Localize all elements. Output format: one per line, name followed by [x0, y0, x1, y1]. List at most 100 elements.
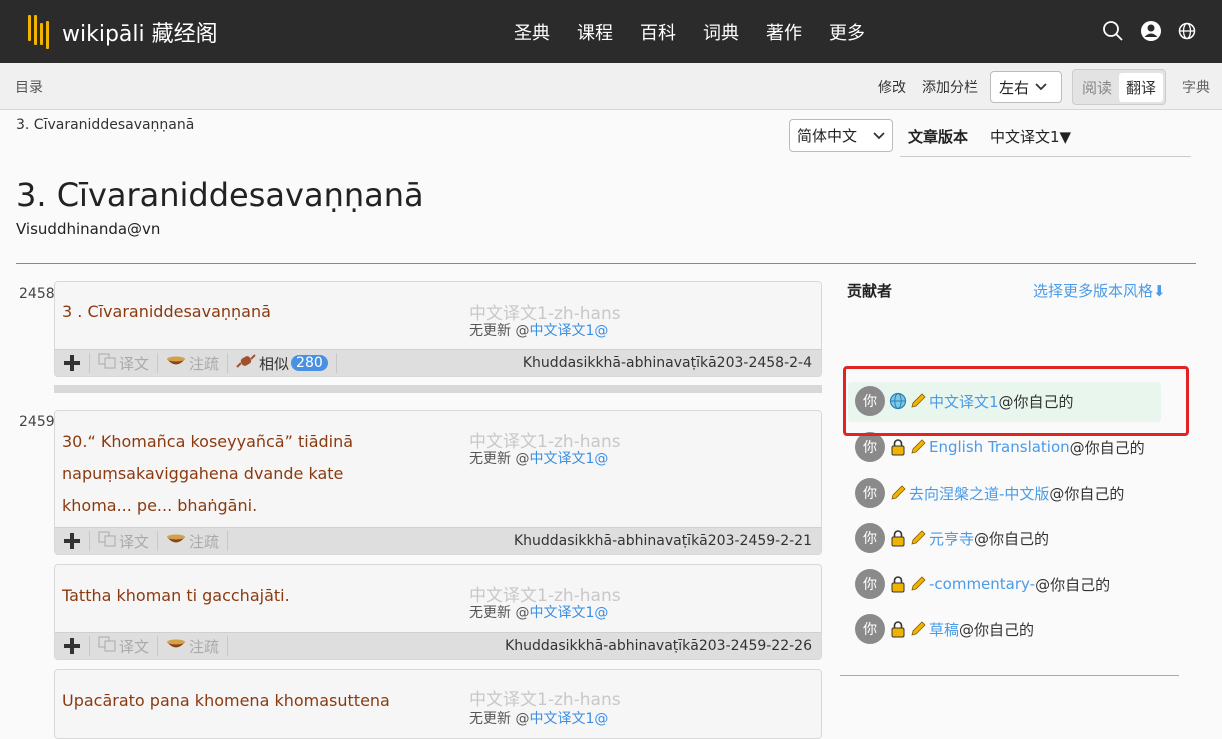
- pali-text[interactable]: 3 . Cīvaraniddesavaṇṇanā: [62, 296, 462, 328]
- pencil-icon: [909, 620, 927, 638]
- avatar: 你: [855, 478, 885, 508]
- contributor-row[interactable]: 你 草稿 @你自己的: [855, 614, 1034, 644]
- channel-link[interactable]: 中文译文1@: [529, 323, 608, 339]
- channel-link[interactable]: 中文译文1@: [529, 451, 608, 467]
- language-select-value: 简体中文: [797, 127, 858, 145]
- lamp-icon: [166, 637, 186, 655]
- nav-item-works[interactable]: 著作: [766, 19, 829, 45]
- similar-count-badge: 280: [291, 355, 328, 371]
- pencil-icon: [909, 438, 927, 456]
- nav-item-dictionary[interactable]: 词典: [703, 19, 766, 45]
- translate-icon: [98, 636, 116, 656]
- lamp-icon: [166, 532, 186, 550]
- globe-icon[interactable]: [1178, 22, 1196, 40]
- nav-item-course[interactable]: 课程: [577, 19, 640, 45]
- contributor-channel-link[interactable]: 去向涅槃之道-中文版: [909, 483, 1049, 504]
- channel-link[interactable]: 中文译文1@: [529, 605, 608, 621]
- layout-select-value: 左右: [998, 78, 1029, 97]
- paragraph-number: 2459: [19, 414, 55, 430]
- author-name[interactable]: Visuddhinanda@vn: [16, 220, 160, 238]
- contributor-row[interactable]: 你 元亨寺 @你自己的: [855, 523, 1049, 553]
- nav-item-canon[interactable]: 圣典: [514, 19, 577, 45]
- add-column-button[interactable]: 添加分栏: [922, 77, 978, 97]
- edit-button[interactable]: 修改: [878, 77, 906, 97]
- mode-toggle: 阅读 翻译: [1071, 69, 1166, 105]
- plus-icon: [64, 355, 80, 371]
- pali-text[interactable]: Tattha khoman ti gacchajāti.: [62, 580, 462, 612]
- dictionary-button[interactable]: 字典: [1182, 77, 1210, 97]
- commentary-button[interactable]: 注疏: [158, 353, 229, 373]
- lock-icon: [889, 575, 907, 593]
- commentary-button[interactable]: 注疏: [158, 636, 229, 656]
- plus-icon: [64, 533, 80, 549]
- commentary-button[interactable]: 注疏: [158, 531, 229, 551]
- sentence-reference: Khuddasikkhā-abhinavaṭīkā203-2459-22-26: [505, 638, 812, 654]
- lock-icon: [889, 620, 907, 638]
- logo-icon: [26, 13, 56, 51]
- mode-translate-button[interactable]: 翻译: [1118, 72, 1163, 102]
- page-title: 3. Cīvaraniddesavaṇṇanā: [16, 176, 424, 214]
- candy-icon: [236, 353, 256, 373]
- pali-text[interactable]: Upacārato pana khomena khomasuttena: [62, 685, 462, 717]
- search-icon[interactable]: [1102, 20, 1124, 42]
- sentence-toolbar: 译文 注疏 相似 280 Khuddasikkhā-abhinavaṭīkā203…: [55, 349, 821, 376]
- avatar: 你: [855, 569, 885, 599]
- breadcrumb[interactable]: 3. Cīvaraniddesavaṇṇanā: [16, 117, 194, 133]
- contributor-channel-link[interactable]: -commentary-: [929, 575, 1035, 593]
- contributor-channel-link[interactable]: English Translation: [929, 438, 1070, 456]
- pencil-icon: [909, 575, 927, 593]
- translation-button[interactable]: 译文: [90, 636, 159, 656]
- translation-button[interactable]: 译文: [90, 531, 159, 551]
- contributor-channel-link[interactable]: 元亨寺: [929, 528, 974, 549]
- toolbar: 目录 修改 添加分栏 左右 阅读 翻译 字典: [0, 63, 1222, 110]
- translate-icon: [98, 531, 116, 551]
- sentence-reference: Khuddasikkhā-abhinavaṭīkā203-2458-2-4: [522, 355, 812, 371]
- plus-icon: [64, 638, 80, 654]
- avatar: 你: [855, 523, 885, 553]
- similar-button[interactable]: 相似 280: [228, 353, 337, 373]
- layout-select[interactable]: 左右: [989, 71, 1062, 103]
- version-dropdown[interactable]: 中文译文1▼: [990, 126, 1071, 147]
- divider: [840, 675, 1179, 676]
- contributor-row[interactable]: 你 -commentary- @你自己的: [855, 569, 1110, 599]
- sentence-card: 30.“ Khomañca koseyyañcā” tiādinā napuṃs…: [54, 410, 822, 555]
- mode-read-button[interactable]: 阅读: [1075, 73, 1119, 102]
- contributor-row[interactable]: 你 English Translation @你自己的: [855, 432, 1145, 462]
- nav-item-wiki[interactable]: 百科: [640, 19, 703, 45]
- lock-icon: [889, 438, 907, 456]
- add-button[interactable]: [55, 353, 90, 373]
- contributor-row[interactable]: 你 去向涅槃之道-中文版 @你自己的: [855, 478, 1124, 508]
- translation-status: 无更新 @中文译文1@: [469, 323, 609, 339]
- sentence-card: 3 . Cīvaraniddesavaṇṇanā 中文译文1-zh-hans 无…: [54, 281, 822, 377]
- translation-status: 无更新 @中文译文1@: [469, 451, 609, 467]
- translate-icon: [98, 353, 116, 373]
- nav-item-more[interactable]: 更多: [829, 19, 892, 45]
- chevron-down-icon: [873, 131, 885, 139]
- main-nav: 圣典 课程 百科 词典 著作 更多: [514, 19, 892, 45]
- sentence-card: Upacārato pana khomena khomasuttena 中文译文…: [54, 669, 822, 739]
- translation-channel-title: 中文译文1-zh-hans: [469, 690, 621, 710]
- contributors-title: 贡献者: [847, 282, 893, 300]
- top-navbar: wikipāli 藏经阁 圣典 课程 百科 词典 著作 更多: [0, 0, 1222, 63]
- divider: [16, 263, 1196, 264]
- avatar: 你: [855, 614, 885, 644]
- translation-status: 无更新 @中文译文1@: [469, 605, 609, 621]
- translation-status: 无更新 @中文译文1@: [469, 711, 609, 727]
- language-select[interactable]: 简体中文: [789, 119, 893, 152]
- lock-icon: [889, 529, 907, 547]
- paragraph-number: 2458: [19, 286, 55, 302]
- divider: [900, 156, 1191, 157]
- avatar: 你: [855, 432, 885, 462]
- contributor-channel-link[interactable]: 草稿: [929, 619, 959, 640]
- sentence-reference: Khuddasikkhā-abhinavaṭīkā203-2459-2-21: [513, 533, 812, 549]
- toc-button[interactable]: 目录: [15, 77, 43, 97]
- translation-button[interactable]: 译文: [90, 353, 159, 373]
- chevron-down-icon: [1035, 83, 1047, 91]
- user-icon[interactable]: [1140, 20, 1162, 42]
- add-button[interactable]: [55, 531, 90, 551]
- sentence-toolbar: 译文 注疏 Khuddasikkhā-abhinavaṭīkā203-2459-…: [55, 527, 821, 554]
- logo[interactable]: wikipāli 藏经阁: [26, 13, 218, 51]
- more-styles-link[interactable]: 选择更多版本风格⬇: [1033, 280, 1166, 301]
- add-button[interactable]: [55, 636, 90, 656]
- pali-text[interactable]: 30.“ Khomañca koseyyañcā” tiādinā napuṃs…: [62, 426, 417, 522]
